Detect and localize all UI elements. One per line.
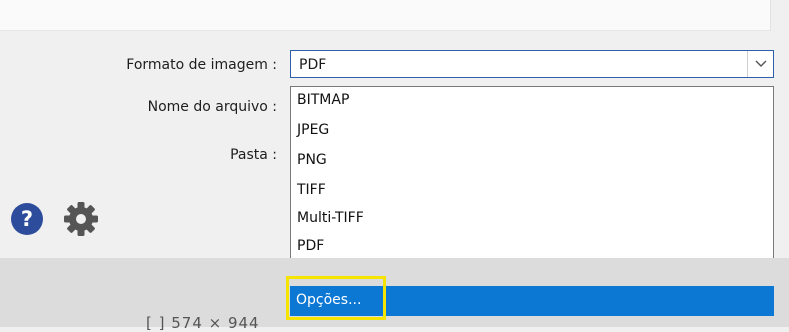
gear-icon[interactable] <box>62 200 100 242</box>
image-format-select[interactable]: PDF <box>290 50 774 78</box>
list-item-pdf[interactable]: PDF <box>297 235 324 257</box>
chevron-down-icon[interactable] <box>747 51 773 77</box>
image-format-listbox: BITMAP JPEG PNG TIFF Multi-TIFF PDF <box>290 86 774 276</box>
image-format-value: PDF <box>299 57 327 73</box>
list-item-multi-tiff[interactable]: Multi-TIFF <box>297 207 364 229</box>
list-item-png[interactable]: PNG <box>297 149 327 171</box>
image-format-label: Formato de imagem : <box>126 57 277 73</box>
list-item-bitmap[interactable]: BITMAP <box>297 89 349 111</box>
filename-label: Nome do arquivo : <box>147 99 277 115</box>
dimensions-text: [ ] 574 × 944 <box>146 314 260 332</box>
help-icon[interactable]: ? <box>10 202 44 240</box>
top-panel <box>0 0 771 31</box>
folder-label: Pasta : <box>230 147 277 163</box>
list-item-jpeg[interactable]: JPEG <box>297 119 329 141</box>
list-item-tiff[interactable]: TIFF <box>297 179 326 201</box>
svg-text:?: ? <box>21 207 33 231</box>
options-highlight-box <box>286 276 386 320</box>
